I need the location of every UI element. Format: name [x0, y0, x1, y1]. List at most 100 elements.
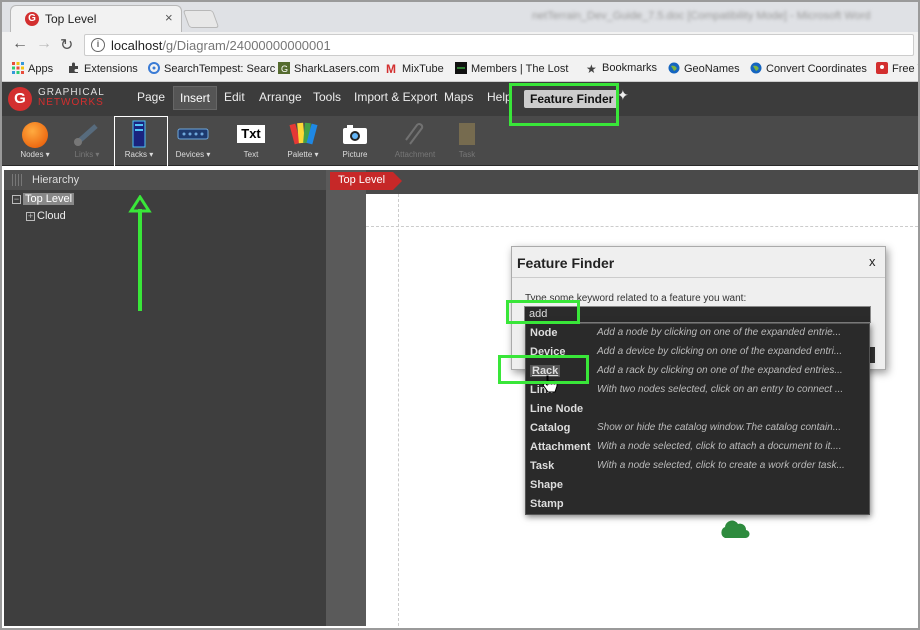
menu-edit[interactable]: Edit	[224, 90, 245, 104]
tab-close-icon[interactable]: ×	[165, 10, 173, 25]
camera-icon	[330, 120, 380, 148]
dialog-close-icon[interactable]: x	[869, 254, 876, 269]
cloud-node-icon[interactable]	[718, 518, 750, 540]
result-stamp[interactable]: Stamp	[526, 495, 869, 514]
bookmark-sharklasers[interactable]: G SharkLasers.com	[278, 62, 380, 75]
dialog-title: Feature Finder	[517, 255, 615, 271]
app-header: G GRAPHICAL NETWORKS Page Insert Edit Ar…	[2, 82, 918, 116]
tool-label: Nodes ▾	[20, 150, 50, 159]
star-icon: ★	[586, 62, 597, 76]
result-node[interactable]: Node Add a node by clicking on one of the…	[526, 324, 869, 343]
highlight-rack-result	[498, 355, 589, 384]
menu-help[interactable]: Help	[487, 90, 512, 104]
menu-import-export[interactable]: Import & Export	[354, 90, 437, 104]
bookmark-extensions[interactable]: Extensions	[68, 62, 138, 75]
bookmark-label: Extensions	[84, 63, 138, 75]
bookmark-label: Apps	[28, 63, 54, 75]
link-icon	[62, 120, 112, 148]
tool-label: Links ▾	[74, 150, 100, 159]
bookmark-convert-coordinates[interactable]: Convert Coordinates	[750, 62, 867, 75]
tree-node-cloud[interactable]: + Cloud	[26, 210, 66, 222]
tool-label: Devices ▾	[175, 150, 211, 159]
bookmark-searchtempest[interactable]: SearchTempest: Searc	[148, 62, 275, 75]
result-shape[interactable]: Shape	[526, 476, 869, 495]
search-tempest-icon	[148, 62, 160, 74]
bookmark-members[interactable]: Members | The Lost	[455, 62, 568, 75]
task-tool[interactable]: Task	[442, 120, 492, 159]
new-tab-button[interactable]	[182, 10, 220, 28]
canvas-ruler-strip	[326, 170, 366, 626]
globe-icon	[668, 62, 680, 74]
svg-text:M: M	[386, 62, 396, 74]
svg-text:G: G	[281, 64, 288, 74]
result-desc: Show or hide the catalog window.The cata…	[597, 422, 842, 433]
palette-tool[interactable]: Palette ▾	[278, 120, 328, 159]
result-desc: Add a rack by clicking on one of the exp…	[597, 365, 843, 376]
screenshot-frame: G Top Level × netTerrain_Dev_Guide_7.5.d…	[0, 0, 920, 630]
bookmark-label: SharkLasers.com	[294, 63, 380, 75]
logo-line2: NETWORKS	[38, 97, 104, 108]
highlight-keyword-input	[506, 300, 580, 324]
tool-label: Palette ▾	[287, 150, 319, 159]
result-task[interactable]: Task With a node selected, click to creat…	[526, 457, 869, 476]
address-bar-row: ← → ↻ i localhost/g/Diagram/240000000000…	[2, 32, 918, 58]
orange-circle-icon	[10, 120, 60, 148]
members-icon	[455, 62, 467, 74]
bookmark-label: Members | The Lost	[471, 63, 569, 75]
picture-tool[interactable]: Picture	[330, 120, 380, 159]
result-line-node[interactable]: Line Node	[526, 400, 869, 419]
attachment-tool[interactable]: Attachment	[390, 120, 440, 159]
bookmark-free[interactable]: Free V	[876, 62, 918, 75]
feature-results-dropdown: Node Add a node by clicking on one of the…	[525, 323, 870, 515]
drag-grip-icon[interactable]	[12, 174, 22, 186]
result-catalog[interactable]: Catalog Show or hide the catalog window.T…	[526, 419, 869, 438]
bookmarks-bar: Apps Extensions SearchTempest: Searc G Sh…	[2, 58, 918, 82]
bookmark-label: Bookmarks	[602, 62, 658, 74]
bookmark-bookmarks[interactable]: ★ Bookmarks	[586, 62, 657, 75]
menu-tools[interactable]: Tools	[313, 90, 341, 104]
url-input[interactable]: i localhost/g/Diagram/24000000000001	[84, 34, 914, 56]
devices-tool[interactable]: Devices ▾	[168, 120, 218, 159]
browser-tab-strip: G Top Level × netTerrain_Dev_Guide_7.5.d…	[2, 2, 918, 32]
highlight-feature-finder	[509, 83, 619, 126]
graphical-networks-logo-icon: G	[8, 87, 32, 111]
tool-label: Attachment	[394, 150, 436, 159]
menu-maps[interactable]: Maps	[444, 90, 473, 104]
reload-icon[interactable]: ↻	[60, 35, 73, 55]
tree-node-top-level[interactable]: − Top Level	[12, 193, 75, 205]
tool-label: Task	[458, 150, 476, 159]
info-icon[interactable]: i	[91, 38, 105, 52]
bookmark-apps[interactable]: Apps	[12, 62, 53, 75]
tree-node-label: Cloud	[37, 210, 66, 222]
result-name: Shape	[530, 479, 564, 491]
up-arrow-icon	[128, 195, 152, 311]
links-tool[interactable]: Links ▾	[62, 120, 112, 159]
result-name: Task	[530, 460, 555, 472]
menu-page[interactable]: Page	[137, 90, 165, 104]
device-icon	[168, 120, 218, 148]
canvas-top-bar	[366, 170, 918, 194]
back-arrow-icon[interactable]: ←	[12, 35, 28, 53]
tab-title: Top Level	[45, 12, 97, 26]
text-tool[interactable]: Txt Text	[226, 120, 276, 159]
url-host: localhost	[111, 38, 163, 53]
result-name: Line Node	[530, 403, 584, 415]
expand-icon[interactable]: +	[26, 212, 35, 221]
breadcrumb[interactable]: Top Level	[330, 172, 403, 190]
url-text: localhost/g/Diagram/24000000000001	[111, 38, 331, 53]
browser-tab[interactable]: G Top Level ×	[10, 5, 182, 32]
divider	[512, 277, 885, 278]
bookmark-mixtube[interactable]: M MixTube	[386, 62, 444, 75]
result-attachment[interactable]: Attachment With a node selected, click to…	[526, 438, 869, 457]
bookmark-geonames[interactable]: GeoNames	[668, 62, 740, 75]
nodes-tool[interactable]: Nodes ▾	[10, 120, 60, 159]
menu-insert[interactable]: Insert	[173, 86, 218, 110]
window-title: netTerrain_Dev_Guide_7.5.doc [Compatibil…	[532, 10, 871, 22]
collapse-icon[interactable]: −	[12, 195, 21, 204]
app-logo: GRAPHICAL NETWORKS	[38, 88, 105, 108]
menu-arrange[interactable]: Arrange	[259, 90, 302, 104]
canvas-guide-vertical	[398, 194, 399, 626]
result-desc: Add a device by clicking on one of the e…	[597, 346, 843, 357]
hierarchy-panel-header: Hierarchy	[4, 170, 326, 190]
forward-arrow-icon[interactable]: →	[36, 35, 52, 53]
